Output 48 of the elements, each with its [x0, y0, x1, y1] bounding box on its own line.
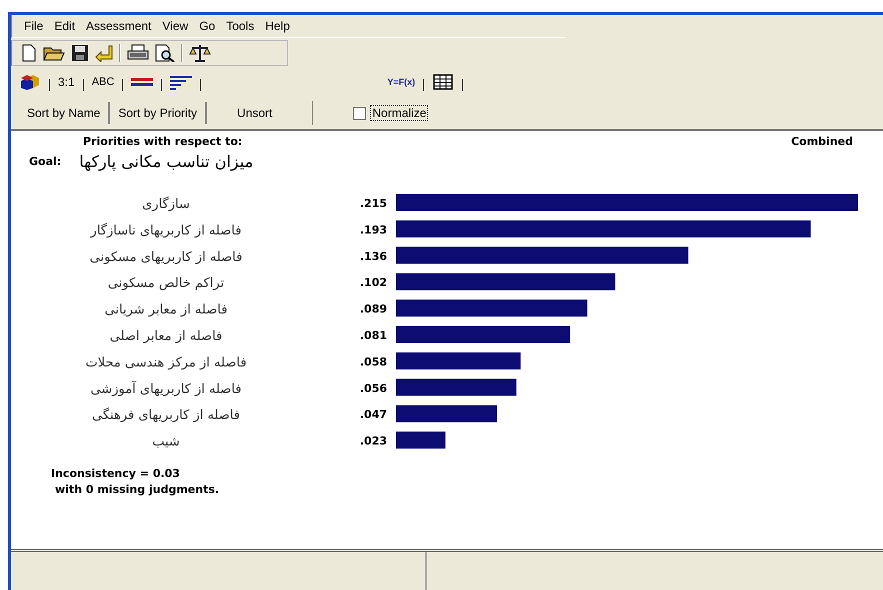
- menu-item[interactable]: File: [19, 19, 48, 33]
- menu-item[interactable]: View: [157, 19, 194, 33]
- missing-judgments-text: with 0 missing judgments.: [54, 483, 220, 496]
- print-preview-icon[interactable]: [155, 44, 175, 62]
- value-label: .089: [360, 302, 387, 316]
- category-label: فاصله از کاربریهای ناسازگار: [90, 223, 242, 238]
- category-label: فاصله از مرکز هندسی محلات: [85, 355, 247, 370]
- checkbox-label[interactable]: Normalize: [370, 105, 428, 121]
- category-label: شیب: [152, 434, 180, 450]
- category-label: فاصله از معابر شریانی: [104, 302, 228, 318]
- new-file-icon[interactable]: [21, 44, 37, 62]
- category-label: سازگاری: [142, 197, 190, 212]
- printer-icon[interactable]: [127, 44, 149, 62]
- category-label: فاصله از کاربریهای مسکونی: [90, 250, 242, 265]
- save-icon[interactable]: [71, 44, 89, 62]
- inconsistency-text: Inconsistency = 0.03: [51, 467, 181, 480]
- category-label: تراکم خالص مسکونی: [108, 276, 224, 292]
- menu-item[interactable]: Assessment: [81, 19, 156, 33]
- abc-tab[interactable]: ABC: [92, 76, 114, 88]
- sorted-bars-icon[interactable]: [170, 74, 192, 90]
- goal-text: میزان تناسب مکانی پارکها: [79, 152, 254, 171]
- goal-label: Goal:: [29, 155, 62, 168]
- menu-item[interactable]: Tools: [221, 19, 260, 33]
- checkbox[interactable]: [353, 106, 366, 120]
- value-label: .023: [360, 434, 387, 448]
- category-label: فاصله از کاربریهای آموزشی: [90, 382, 242, 397]
- value-label: .193: [360, 223, 387, 236]
- menu-item[interactable]: Go: [194, 19, 220, 33]
- return-arrow-icon[interactable]: [95, 44, 113, 62]
- value-label: .047: [360, 408, 387, 422]
- value-label: .102: [360, 276, 387, 290]
- menu-item[interactable]: Edit: [49, 19, 80, 33]
- value-label: .215: [360, 197, 387, 210]
- value-label: .058: [360, 355, 387, 368]
- category-label: فاصله از معابر اصلی: [110, 329, 222, 344]
- category-label: فاصله از کاربریهای فرهنگی: [92, 408, 240, 424]
- bar: [396, 432, 446, 449]
- value-label: .081: [360, 329, 387, 342]
- scales-icon[interactable]: [189, 44, 211, 62]
- ratio-tab[interactable]: 3:1: [58, 75, 75, 89]
- priorities-heading: Priorities with respect to:: [83, 135, 242, 148]
- value-label: .136: [360, 250, 387, 263]
- menu-item[interactable]: Help: [260, 19, 295, 33]
- mode-label: Combined: [791, 135, 853, 148]
- table-grid-icon[interactable]: [432, 74, 454, 90]
- value-label: .056: [360, 382, 387, 395]
- blocks-icon[interactable]: [19, 74, 41, 90]
- formula-tab[interactable]: Y=F(x): [387, 77, 416, 87]
